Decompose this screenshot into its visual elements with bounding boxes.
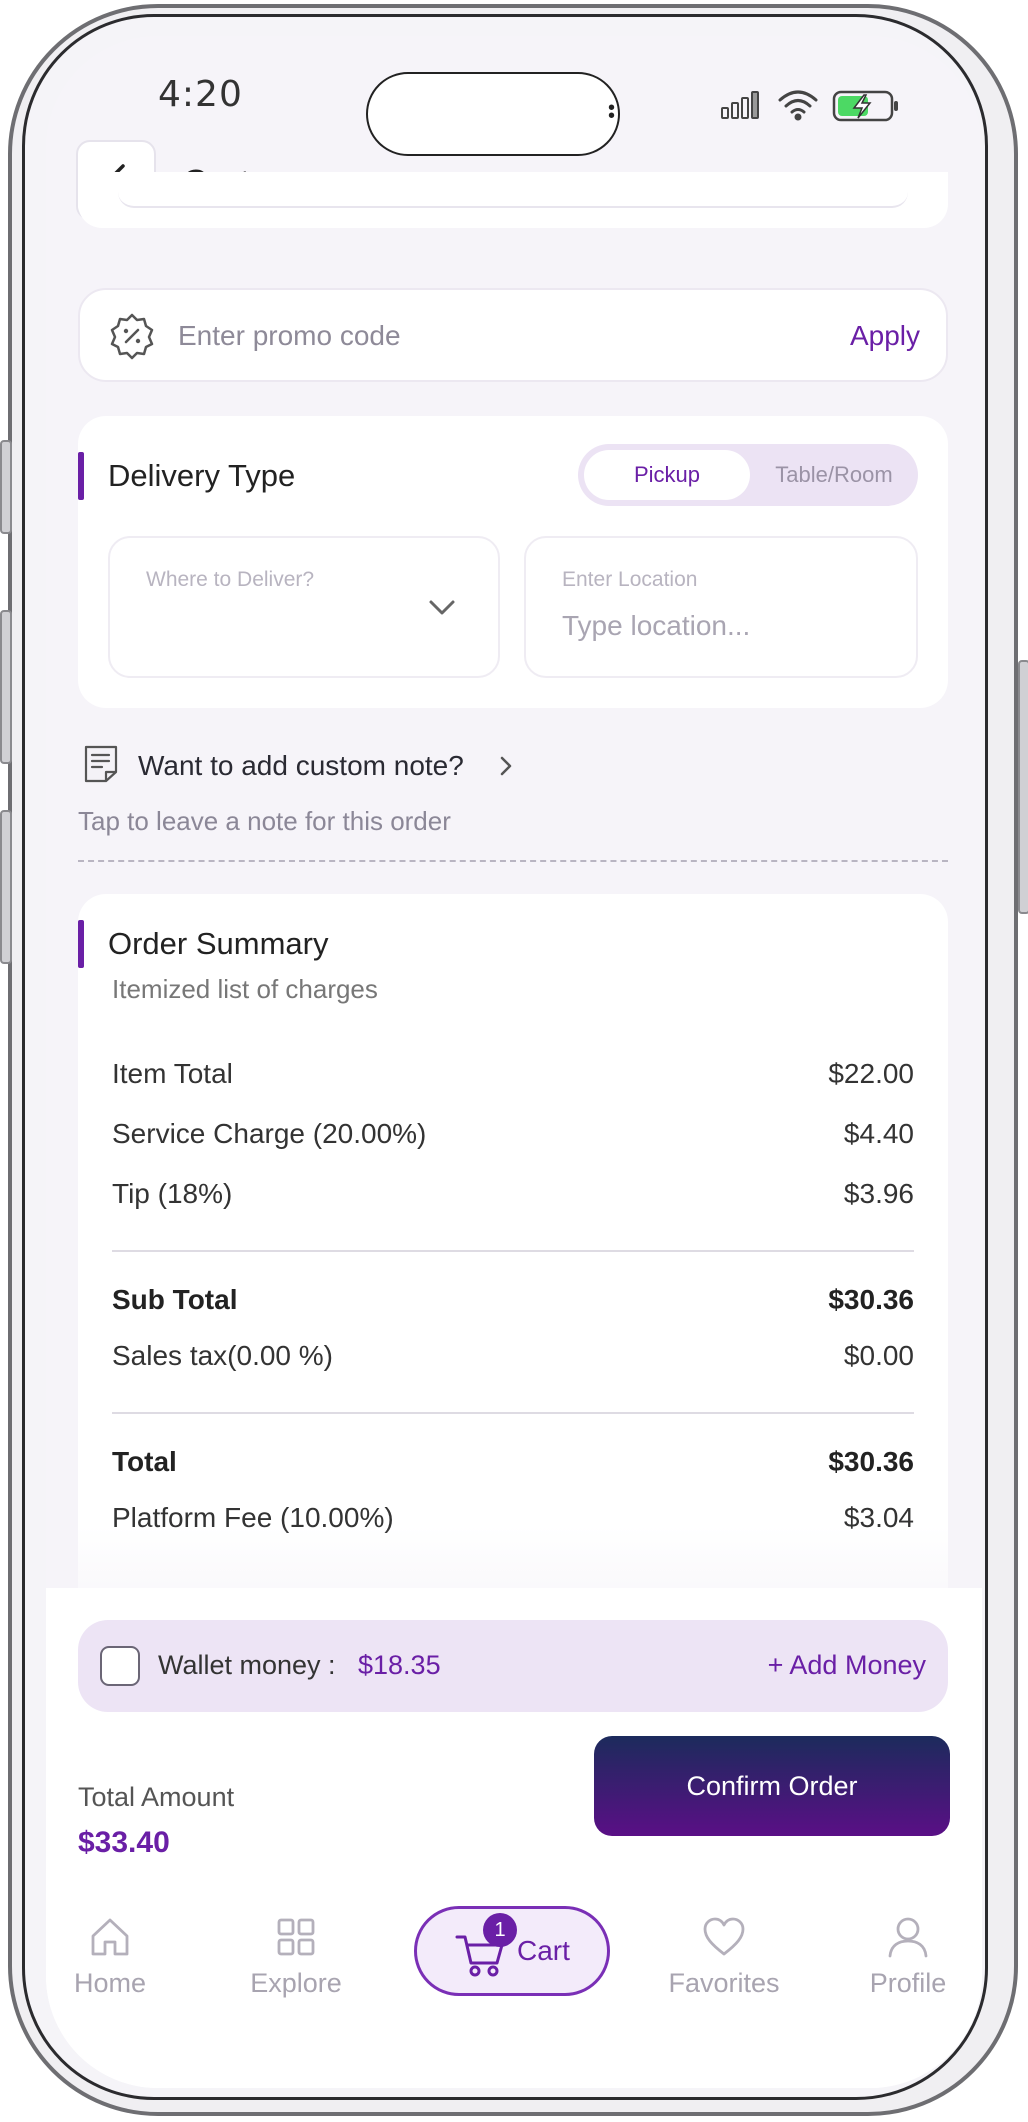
custom-note-subtitle: Tap to leave a note for this order	[78, 806, 451, 836]
side-button	[0, 810, 12, 964]
wallet-row: Wallet money : $18.35 + Add Money	[78, 1620, 948, 1712]
location-input[interactable]: Type location...	[562, 610, 750, 642]
app-screen: 4:20 •• Cart	[46, 36, 982, 2088]
summary-divider	[112, 1250, 914, 1252]
item-total-value: $22.00	[828, 1058, 914, 1089]
home-icon	[91, 1918, 129, 1956]
tip-label: Tip (18%)	[112, 1178, 233, 1209]
battery-icon	[832, 90, 898, 122]
nav-item-explore[interactable]: Explore	[226, 1914, 366, 1999]
wallet-amount: $18.35	[358, 1650, 441, 1680]
where-to-deliver-label: Where to Deliver?	[146, 568, 315, 591]
location-input-box[interactable]: Enter Location Type location...	[524, 536, 918, 678]
nav-label-home: Home	[73, 1968, 147, 1998]
scrolled-card	[78, 172, 948, 228]
total-amount-value: $33.40	[78, 1826, 170, 1859]
signal-icon	[721, 91, 759, 119]
table-room-option[interactable]: Table/Room	[754, 450, 914, 500]
user-icon	[888, 1917, 928, 1958]
section-accent	[78, 920, 84, 968]
wallet-label: Wallet money :	[158, 1650, 336, 1680]
location-label: Enter Location	[562, 568, 698, 591]
item-total-label: Item Total	[112, 1058, 233, 1089]
chevron-right-icon	[500, 756, 512, 776]
section-accent	[78, 452, 84, 500]
add-money-button[interactable]: + Add Money	[768, 1650, 926, 1681]
tip-value: $3.96	[843, 1178, 914, 1209]
apply-promo-button[interactable]: Apply	[850, 320, 920, 352]
side-button	[1018, 660, 1028, 914]
promo-code-box[interactable]: Enter promo code Apply	[78, 288, 948, 382]
bottom-nav: Home Explore 1 Cart Favorites Profile	[46, 1896, 982, 2088]
custom-note-title: Want to add custom note?	[138, 750, 464, 781]
subtotal-label: Sub Total	[112, 1284, 238, 1315]
pickup-option[interactable]: Pickup	[584, 450, 750, 500]
note-icon	[84, 745, 118, 783]
promo-input[interactable]: Enter promo code	[178, 320, 401, 352]
sales-tax-value: $0.00	[843, 1340, 914, 1371]
order-summary-title: Order Summary	[108, 926, 329, 961]
nav-label-favorites: Favorites	[668, 1968, 780, 1998]
where-to-deliver-select[interactable]: Where to Deliver?	[108, 536, 500, 678]
status-time: 4:20	[158, 74, 243, 115]
nav-label-profile: Profile	[869, 1968, 947, 1998]
cart-badge: 1	[483, 1913, 517, 1947]
island-indicator: • •	[608, 97, 616, 127]
status-icons	[721, 90, 898, 122]
order-summary-subtitle: Itemized list of charges	[112, 974, 378, 1004]
subtotal-value: $30.36	[828, 1284, 914, 1315]
side-button	[0, 610, 12, 764]
side-button	[0, 440, 12, 534]
delivery-toggle: Pickup Table/Room	[578, 444, 918, 506]
confirm-order-label: Confirm Order	[686, 1770, 858, 1801]
service-charge-label: Service Charge (20.00%)	[112, 1118, 427, 1149]
nav-item-cart[interactable]: 1 Cart	[414, 1906, 610, 1996]
order-summary-card: Order Summary Itemized list of charges I…	[78, 894, 948, 1614]
sales-tax-label: Sales tax(0.00 %)	[112, 1340, 333, 1371]
confirm-order-button[interactable]: Confirm Order	[594, 1736, 950, 1836]
service-charge-value: $4.40	[843, 1118, 914, 1149]
dashed-divider	[78, 860, 948, 862]
nav-label-cart: Cart	[517, 1935, 570, 1966]
total-amount-label: Total Amount	[78, 1782, 235, 1812]
heart-icon	[703, 1917, 745, 1956]
nav-item-home[interactable]: Home	[46, 1914, 180, 1999]
summary-divider	[112, 1412, 914, 1414]
wallet-checkbox[interactable]	[100, 1646, 140, 1686]
nav-item-favorites[interactable]: Favorites	[654, 1914, 794, 1999]
delivery-type-title: Delivery Type	[108, 458, 296, 493]
chevron-down-icon	[429, 600, 455, 615]
discount-badge-icon	[110, 313, 154, 360]
nav-label-explore: Explore	[250, 1968, 342, 1998]
total-label: Total	[112, 1446, 177, 1477]
dynamic-island	[366, 72, 620, 156]
total-value: $30.36	[828, 1446, 914, 1477]
custom-note-link[interactable]: Want to add custom note?	[78, 740, 678, 790]
wifi-icon	[778, 90, 818, 121]
nav-item-profile[interactable]: Profile	[838, 1914, 978, 1999]
grid-icon	[277, 1918, 315, 1956]
delivery-type-card: Delivery Type Pickup Table/Room Where to…	[78, 416, 948, 708]
